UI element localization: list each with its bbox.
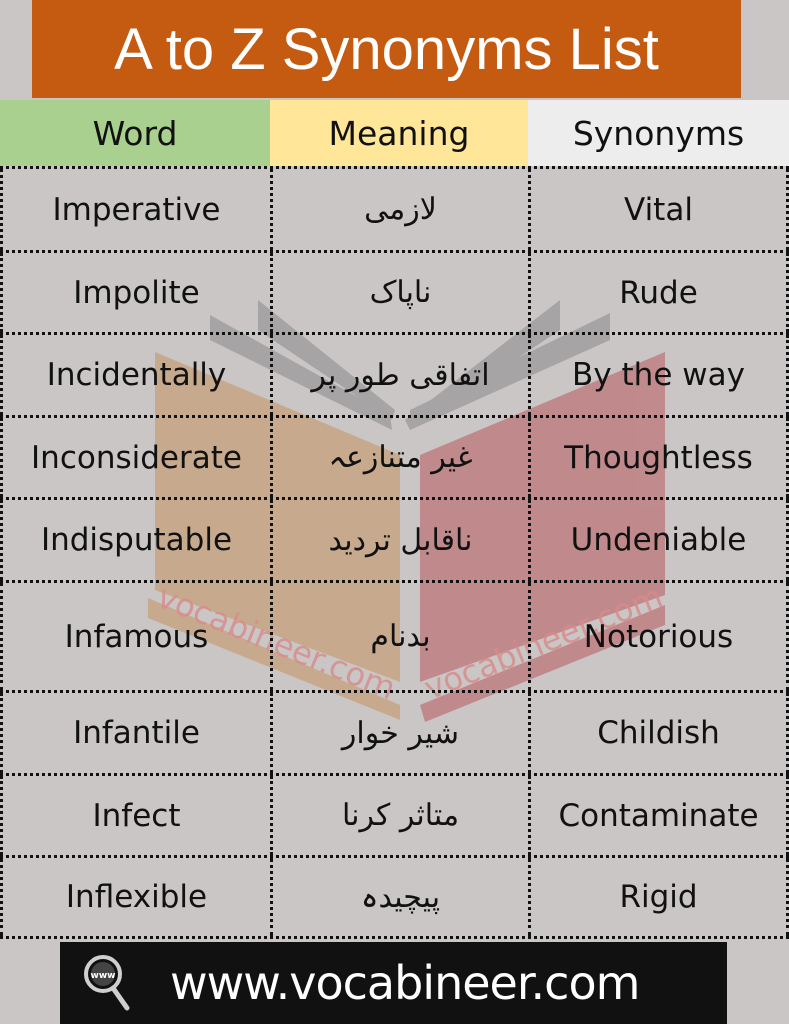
table-row: Impolite ناپاک Rude [0, 250, 789, 332]
meaning-cell: اتفاقی طور پر [270, 335, 528, 415]
table-row: Infantile شیر خوار Childish [0, 690, 789, 773]
word-cell: Imperative [0, 169, 270, 250]
synonym-cell: Thoughtless [528, 418, 789, 497]
table-row: Inflexible پیچیدہ Rigid [0, 855, 789, 939]
table-header: Word Meaning Synonyms [0, 100, 789, 166]
word-cell: Impolite [0, 253, 270, 332]
page-title: A to Z Synonyms List [32, 0, 741, 98]
table-row: Infect متاثر کرنا Contaminate [0, 773, 789, 855]
word-cell: Incidentally [0, 335, 270, 415]
synonym-cell: Contaminate [528, 776, 789, 855]
synonym-cell: Vital [528, 169, 789, 250]
meaning-cell: پیچیدہ [270, 858, 528, 936]
synonym-cell: Notorious [528, 583, 789, 690]
word-cell: Inconsiderate [0, 418, 270, 497]
table-row: Inconsiderate غیر متنازعہ Thoughtless [0, 415, 789, 497]
table-row: Imperative لازمی Vital [0, 166, 789, 250]
word-cell: Inflexible [0, 858, 270, 936]
header-meaning: Meaning [270, 100, 528, 166]
header-word: Word [0, 100, 270, 166]
synonyms-table: Imperative لازمی Vital Impolite ناپاک Rude Inc… [0, 166, 789, 939]
meaning-cell: شیر خوار [270, 693, 528, 773]
svg-text:www: www [91, 971, 116, 981]
meaning-cell: متاثر کرنا [270, 776, 528, 855]
meaning-cell: بدنام [270, 583, 528, 690]
synonym-cell: Undeniable [528, 500, 789, 580]
meaning-cell: ناپاک [270, 253, 528, 332]
header-synonyms: Synonyms [528, 100, 789, 166]
meaning-cell: غیر متنازعہ [270, 418, 528, 497]
website-url[interactable]: www.vocabineer.com [170, 956, 640, 1010]
table-row: Infamous بدنام Notorious [0, 580, 789, 690]
word-cell: Infamous [0, 583, 270, 690]
synonym-cell: Rigid [528, 858, 789, 936]
meaning-cell: ناقابل تردید [270, 500, 528, 580]
www-magnifier-icon: www [70, 942, 150, 1024]
synonym-cell: Rude [528, 253, 789, 332]
synonym-cell: Childish [528, 693, 789, 773]
word-cell: Infect [0, 776, 270, 855]
meaning-cell: لازمی [270, 169, 528, 250]
word-cell: Infantile [0, 693, 270, 773]
footer-banner: www www.vocabineer.com [60, 942, 727, 1024]
table-row: Incidentally اتفاقی طور پر By the way [0, 332, 789, 415]
table-row: Indisputable ناقابل تردید Undeniable [0, 497, 789, 580]
word-cell: Indisputable [0, 500, 270, 580]
synonym-cell: By the way [528, 335, 789, 415]
